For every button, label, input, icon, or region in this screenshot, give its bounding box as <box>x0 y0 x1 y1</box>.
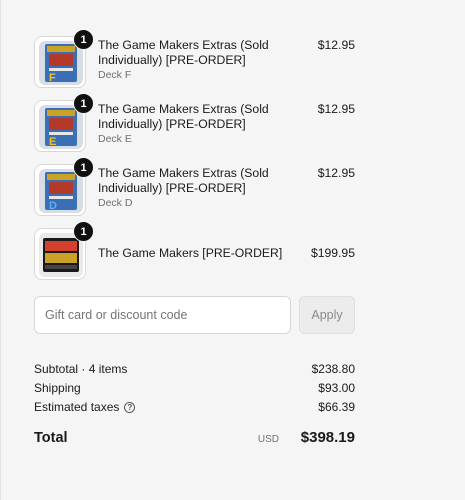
subtotal-row: Subtotal · 4 items $238.80 <box>34 362 355 378</box>
shipping-value: $93.00 <box>318 381 355 395</box>
item-price: $12.95 <box>317 38 355 52</box>
product-thumbnail: D 1 <box>34 157 94 216</box>
taxes-value: $66.39 <box>318 400 355 414</box>
quantity-badge: 1 <box>73 29 94 50</box>
taxes-row: Estimated taxes? $66.39 <box>34 400 355 416</box>
product-thumbnail: E 1 <box>34 93 94 152</box>
total-row: Total USD $398.19 <box>34 428 355 450</box>
product-thumbnail: 1 <box>34 221 94 280</box>
discount-code-input[interactable] <box>34 296 291 334</box>
quantity-badge: 1 <box>73 93 94 114</box>
line-item: F 1 The Game Makers Extras (Sold Individ… <box>34 29 355 92</box>
total-label: Total <box>34 430 68 446</box>
item-title: The Game Makers Extras (Sold Individuall… <box>98 166 269 195</box>
question-circle-icon[interactable]: ? <box>124 402 136 413</box>
line-item: 1 The Game Makers [PRE-ORDER] $199.95 <box>34 221 355 284</box>
item-title: The Game Makers Extras (Sold Individuall… <box>98 38 269 67</box>
item-variant: Deck D <box>98 197 133 209</box>
item-title: The Game Makers Extras (Sold Individuall… <box>98 102 269 131</box>
shipping-row: Shipping $93.00 <box>34 381 355 397</box>
item-price: $12.95 <box>317 102 355 116</box>
product-thumbnail: F 1 <box>34 29 94 88</box>
item-variant: Deck F <box>98 69 132 81</box>
line-item: D 1 The Game Makers Extras (Sold Individ… <box>34 157 355 220</box>
quantity-badge: 1 <box>73 221 94 242</box>
line-item: E 1 The Game Makers Extras (Sold Individ… <box>34 93 355 156</box>
subtotal-value: $238.80 <box>311 362 355 376</box>
item-price: $199.95 <box>310 246 355 260</box>
svg-text:F: F <box>49 72 56 84</box>
total-currency: USD <box>257 434 279 445</box>
subtotal-label: Subtotal · 4 items <box>34 362 128 376</box>
order-summary-panel: F 1 The Game Makers Extras (Sold Individ… <box>0 0 465 500</box>
shipping-label: Shipping <box>34 381 81 395</box>
svg-text:D: D <box>49 200 57 212</box>
quantity-badge: 1 <box>73 157 94 178</box>
svg-text:E: E <box>49 136 56 148</box>
taxes-label: Estimated taxes <box>34 400 120 414</box>
apply-discount-button[interactable]: Apply <box>299 296 355 334</box>
total-amount: $398.19 <box>300 429 355 446</box>
item-variant: Deck E <box>98 133 132 145</box>
item-title: The Game Makers [PRE-ORDER] <box>98 246 283 260</box>
item-price: $12.95 <box>317 166 355 180</box>
